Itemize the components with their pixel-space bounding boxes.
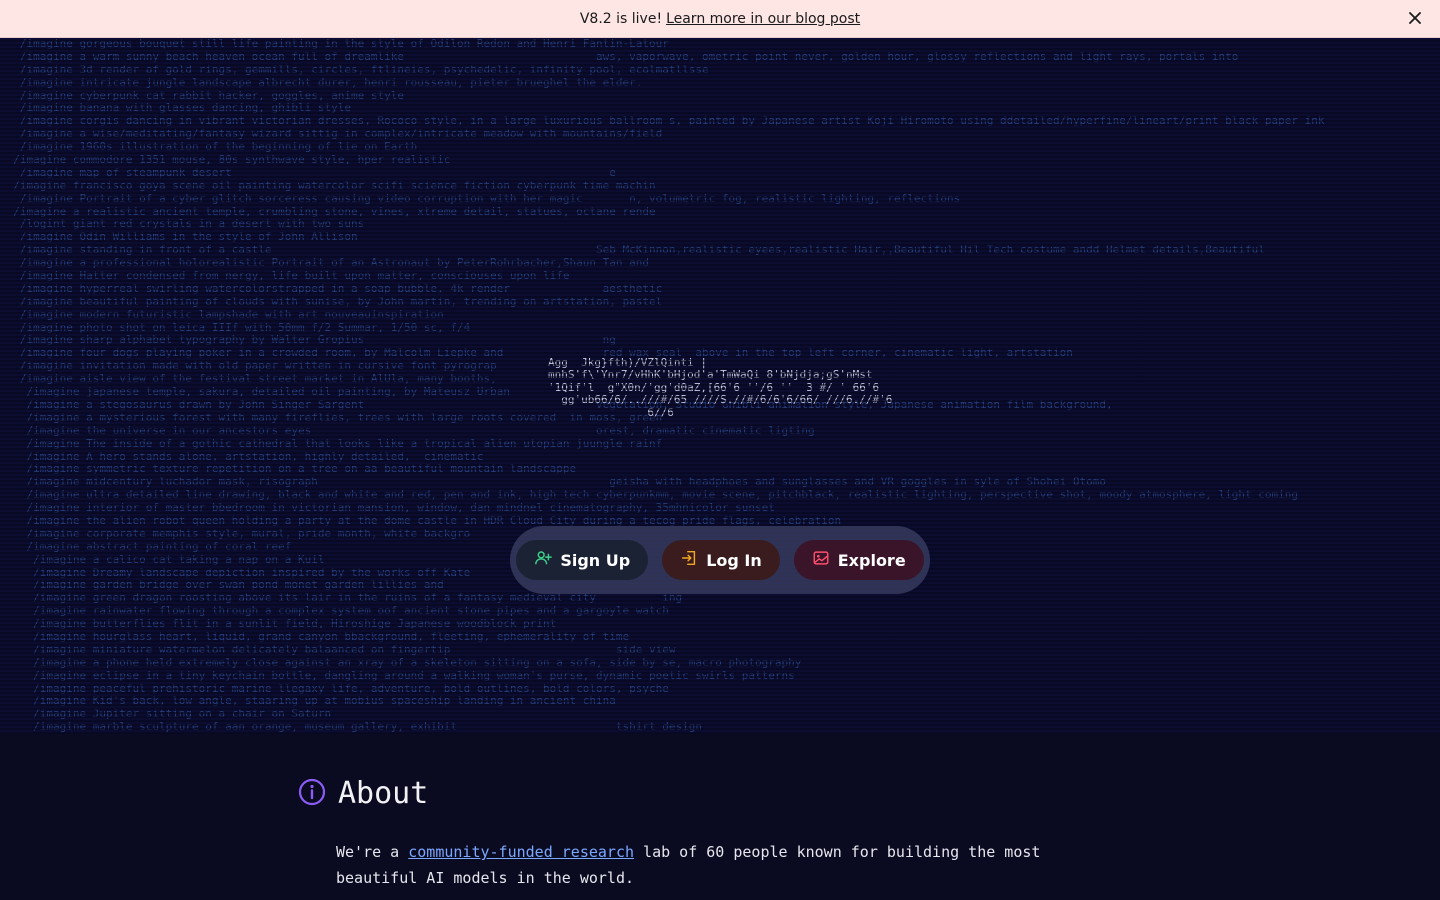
- prompt-line: /imagine ultra detailed line drawing, bl…: [0, 489, 1299, 502]
- close-icon[interactable]: [1406, 9, 1424, 27]
- prompt-line: /imagine intricate jungle landscape albr…: [0, 76, 643, 89]
- prompt-line: /imagine beautiful painting of clouds wi…: [0, 295, 663, 308]
- prompt-line: /imagine midcentury luchador mask, risog…: [0, 476, 1106, 489]
- prompt-line: /imagine a wise/meditating/fantasy wizar…: [0, 128, 663, 141]
- prompt-line: /logint giant red crystals in a desert w…: [0, 218, 365, 231]
- announcement-banner: V8.2 is live! Learn more in our blog pos…: [0, 0, 1440, 38]
- prompt-line: /imagine green dragon roosting above its…: [0, 592, 683, 605]
- prompt-line: /imagine interior of master bbedroom in …: [0, 502, 775, 515]
- about-description: We're a community-funded research lab of…: [336, 839, 1116, 891]
- prompt-line: /imagine peaceful prehistoric marine lle…: [0, 682, 669, 695]
- prompt-line: /imagine Odin Williams in the style of J…: [0, 231, 358, 244]
- about-section: About We're a community-funded research …: [298, 776, 1158, 891]
- blog-post-link[interactable]: Learn more in our blog post: [666, 11, 860, 27]
- prompt-line: /imagine francisco goya scene oil painti…: [0, 179, 656, 192]
- prompt-line: /imagine Jupiter sitting on a chair on S…: [0, 708, 332, 721]
- prompt-line: /imagine hourglass heart, liquid, grand …: [0, 630, 630, 643]
- prompt-line: /imagine standing in front of a castle S…: [0, 244, 1265, 257]
- prompt-line: /imagine rainwater flowing through a com…: [0, 605, 669, 618]
- user-plus-icon: [534, 549, 553, 571]
- prompt-line: /imagine map of steampunk desert e: [0, 166, 616, 179]
- prompt-line: /imagine butterflies flit in a sunlit fi…: [0, 618, 557, 631]
- prompt-line: /imagine marble sculpture of aan orange,…: [0, 721, 702, 734]
- sign-up-button[interactable]: Sign Up: [516, 540, 649, 580]
- prompt-line: /imagine symmetric texture repetition on…: [0, 463, 577, 476]
- prompt-line: /imagine eclipse in a tiny keychain bott…: [0, 669, 795, 682]
- prompt-line: /imagine Portrait of a cyber glitch sorc…: [0, 192, 961, 205]
- prompt-line: /imagine Kid's back, low angle, staaring…: [0, 695, 616, 708]
- prompt-line: /imagine a professional holorealistic Po…: [0, 257, 650, 270]
- about-title: About: [338, 776, 429, 811]
- log-in-button[interactable]: Log In: [662, 540, 780, 580]
- prompt-line: /imagine 3d render of gold rings, gemmil…: [0, 63, 709, 76]
- about-text-start: We're a: [336, 843, 409, 861]
- prompt-line: /imagine photo shot on leica IIIf with 5…: [0, 321, 471, 334]
- prompt-line: /imagine The inside of a gothic cathedra…: [0, 437, 663, 450]
- prompt-line: /imagine hyperreal swirling watercolorst…: [0, 282, 663, 295]
- about-heading: About: [298, 776, 1158, 811]
- prompt-line: /imagine Hatter condensed from nergy, li…: [0, 270, 570, 283]
- image-icon: [812, 549, 830, 571]
- glitch-line: 6//6: [548, 405, 847, 419]
- prompt-line: /imagine corgis dancing in vibrant victo…: [0, 115, 1325, 128]
- hero-prompt-wall: /imagine gorgeous bouquet still life pai…: [0, 38, 1440, 734]
- cta-bar: Sign Up Log In Explore: [510, 526, 930, 594]
- community-funded-research-link[interactable]: community-funded research: [408, 843, 634, 861]
- glitch-line: mnhS'f\'Ynr7/vHhK'bHjod'a'TmWaQi 8'bNjdj…: [548, 368, 873, 382]
- login-icon: [680, 549, 698, 571]
- prompt-line: /imagine 1960s illustration of the begin…: [0, 141, 418, 154]
- info-icon: [298, 778, 326, 810]
- prompt-line: /imagine commodore 1351 mouse, 80s synth…: [0, 154, 451, 167]
- prompt-line: /imagine modern futuristic lampshade wit…: [0, 308, 444, 321]
- explore-button[interactable]: Explore: [793, 540, 924, 580]
- glitch-text: Agg Jkg}fth)/VZlQinti | mnhS'f\'Ynr7/vHhK…: [548, 344, 892, 419]
- log-in-label: Log In: [706, 550, 762, 570]
- prompt-line: /imagine a realistic ancient temple, cru…: [0, 205, 656, 218]
- prompt-line: /imagine cyberpunk cat rabbit hacker, go…: [0, 89, 404, 102]
- explore-label: Explore: [837, 550, 906, 570]
- prompt-line: /imagine gorgeous bouquet still life pai…: [0, 38, 669, 50]
- prompt-line: /imagine banana with glasses dancing, gh…: [0, 102, 351, 115]
- prompt-line: /imagine a warm sunny beach heaven ocean…: [0, 50, 1239, 63]
- banner-text: V8.2 is live!: [579, 10, 663, 27]
- sign-up-label: Sign Up: [560, 550, 631, 570]
- prompt-line: /imagine miniature watermelon delicately…: [0, 643, 676, 656]
- prompt-line: /imagine the universe in our ancestors e…: [0, 424, 815, 437]
- prompt-line: /imagine a phone held extremely close ag…: [0, 656, 802, 669]
- prompt-line: /imagine A hero stands alone, artstation…: [0, 450, 484, 463]
- glitch-line: [548, 344, 888, 357]
